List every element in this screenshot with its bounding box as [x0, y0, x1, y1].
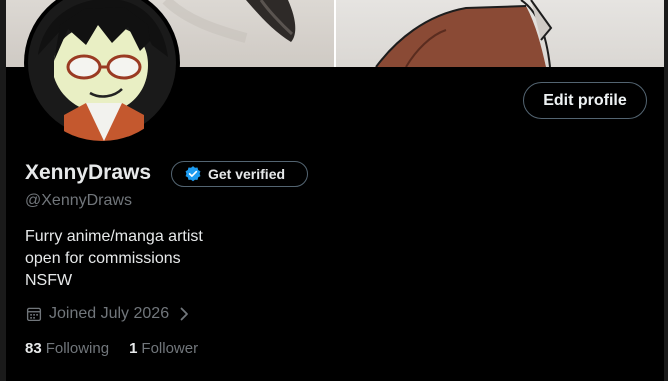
bio-line: open for commissions [25, 250, 181, 267]
follower-label: Follower [141, 340, 199, 357]
chevron-right-icon [180, 307, 188, 321]
display-name: XennyDraws [25, 161, 152, 184]
edit-profile-button[interactable]: Edit profile [523, 82, 647, 119]
banner-right-panel [336, 0, 664, 67]
followers-link[interactable]: 1 Follower [129, 340, 198, 357]
right-edge [664, 0, 668, 381]
profile-stats: 83 Following 1 Follower [25, 340, 198, 357]
follower-count: 1 [129, 340, 138, 357]
profile-avatar[interactable] [24, 0, 180, 141]
following-count: 83 [25, 340, 42, 357]
bio-line: NSFW [25, 272, 73, 289]
following-label: Following [45, 340, 110, 357]
calendar-icon [26, 307, 42, 322]
joined-date[interactable]: Joined July 2026 [25, 304, 191, 324]
user-handle: @XennyDraws [25, 192, 132, 209]
bio-line: Furry anime/manga artist [25, 228, 203, 245]
verified-badge-icon [185, 166, 201, 182]
joined-label: Joined July 2026 [49, 305, 170, 322]
profile-bio: Furry anime/manga artist open for commis… [25, 226, 203, 292]
get-verified-button[interactable]: Get verified [171, 161, 308, 187]
following-link[interactable]: 83 Following [25, 340, 109, 357]
get-verified-label: Get verified [208, 166, 286, 182]
